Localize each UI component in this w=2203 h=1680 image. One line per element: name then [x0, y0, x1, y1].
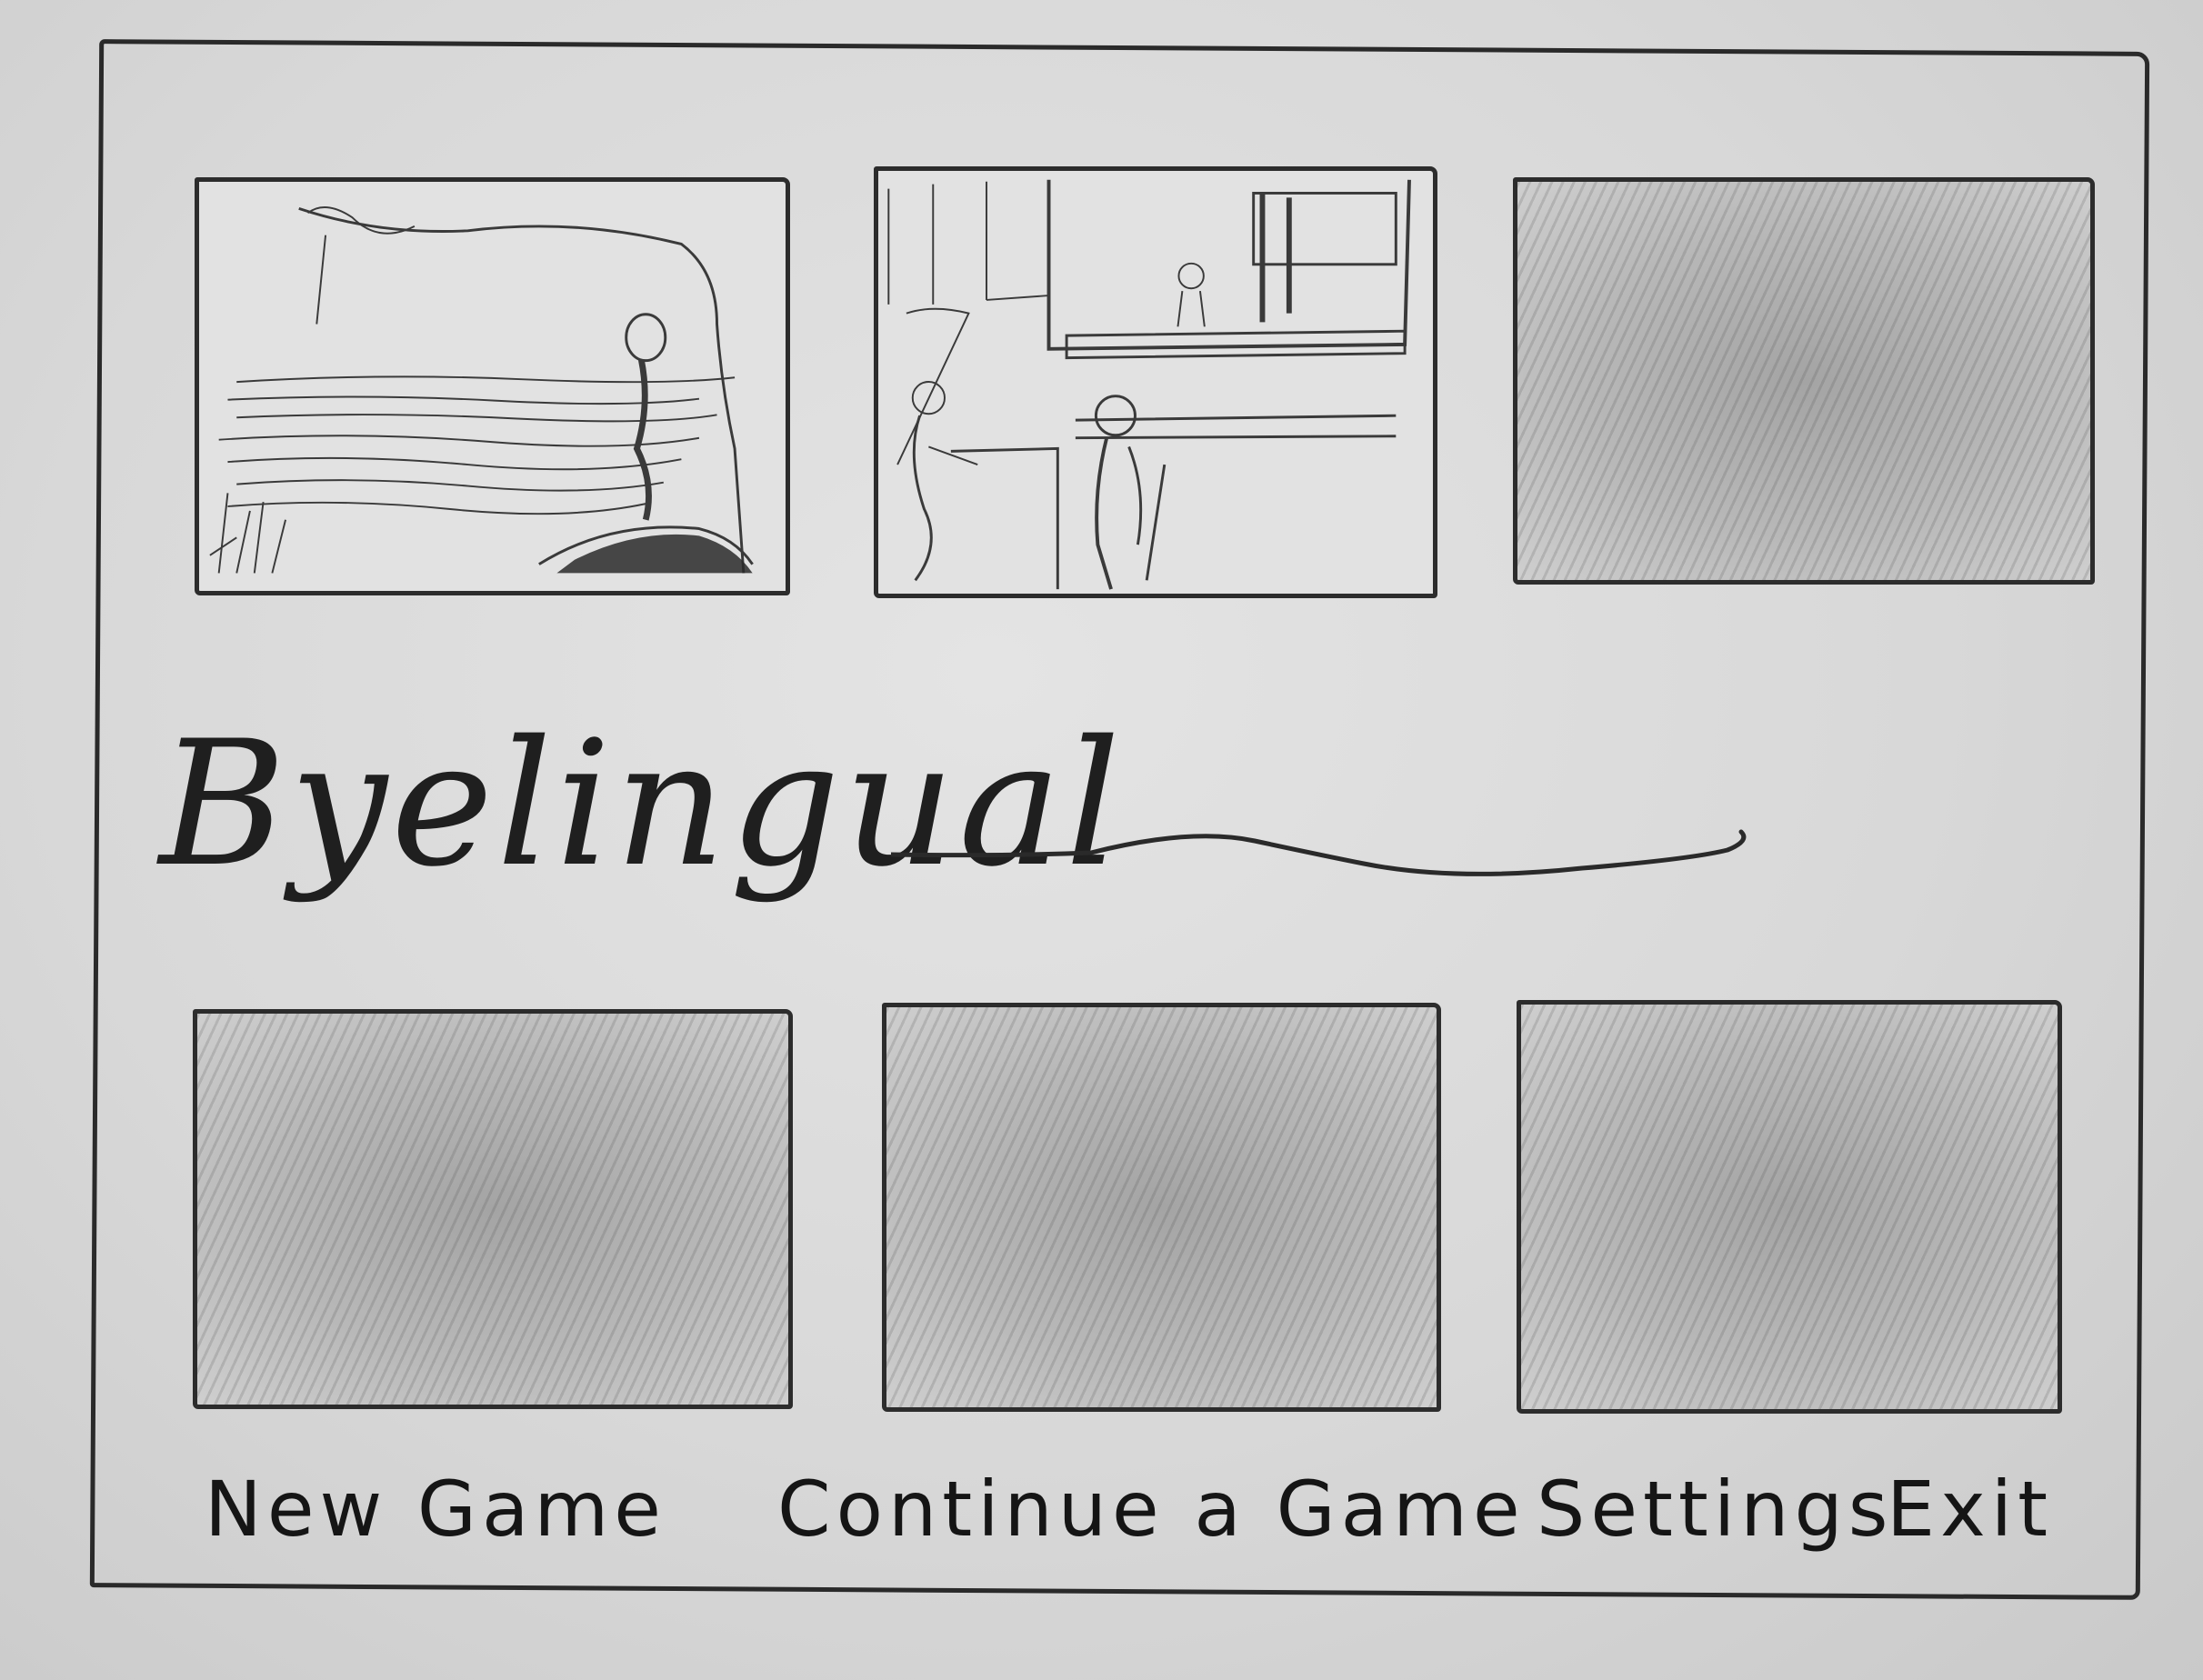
- scene-thumbnail-empty-6[interactable]: [1517, 1000, 2062, 1414]
- sketch-paper: Byelingual New Game Continue a Game Sett…: [0, 0, 2203, 1680]
- new-game-button[interactable]: New Game: [205, 1471, 666, 1547]
- scene-thumbnail-empty-3[interactable]: [1513, 177, 2095, 585]
- exit-button[interactable]: Exit: [1887, 1471, 2053, 1547]
- settings-button[interactable]: Settings: [1537, 1471, 1894, 1547]
- scene-thumbnail-empty-4[interactable]: [193, 1009, 793, 1409]
- scene-thumbnail-cafe[interactable]: [874, 166, 1437, 598]
- continue-game-button[interactable]: Continue a Game: [777, 1471, 1526, 1547]
- cliff-sea-sketch-image: [209, 206, 754, 574]
- title-flourish: [891, 829, 1747, 876]
- scene-thumbnail-cliff-sea[interactable]: [195, 177, 790, 595]
- scene-thumbnail-empty-5[interactable]: [882, 1003, 1441, 1412]
- cafe-sketch-image: [887, 179, 1411, 590]
